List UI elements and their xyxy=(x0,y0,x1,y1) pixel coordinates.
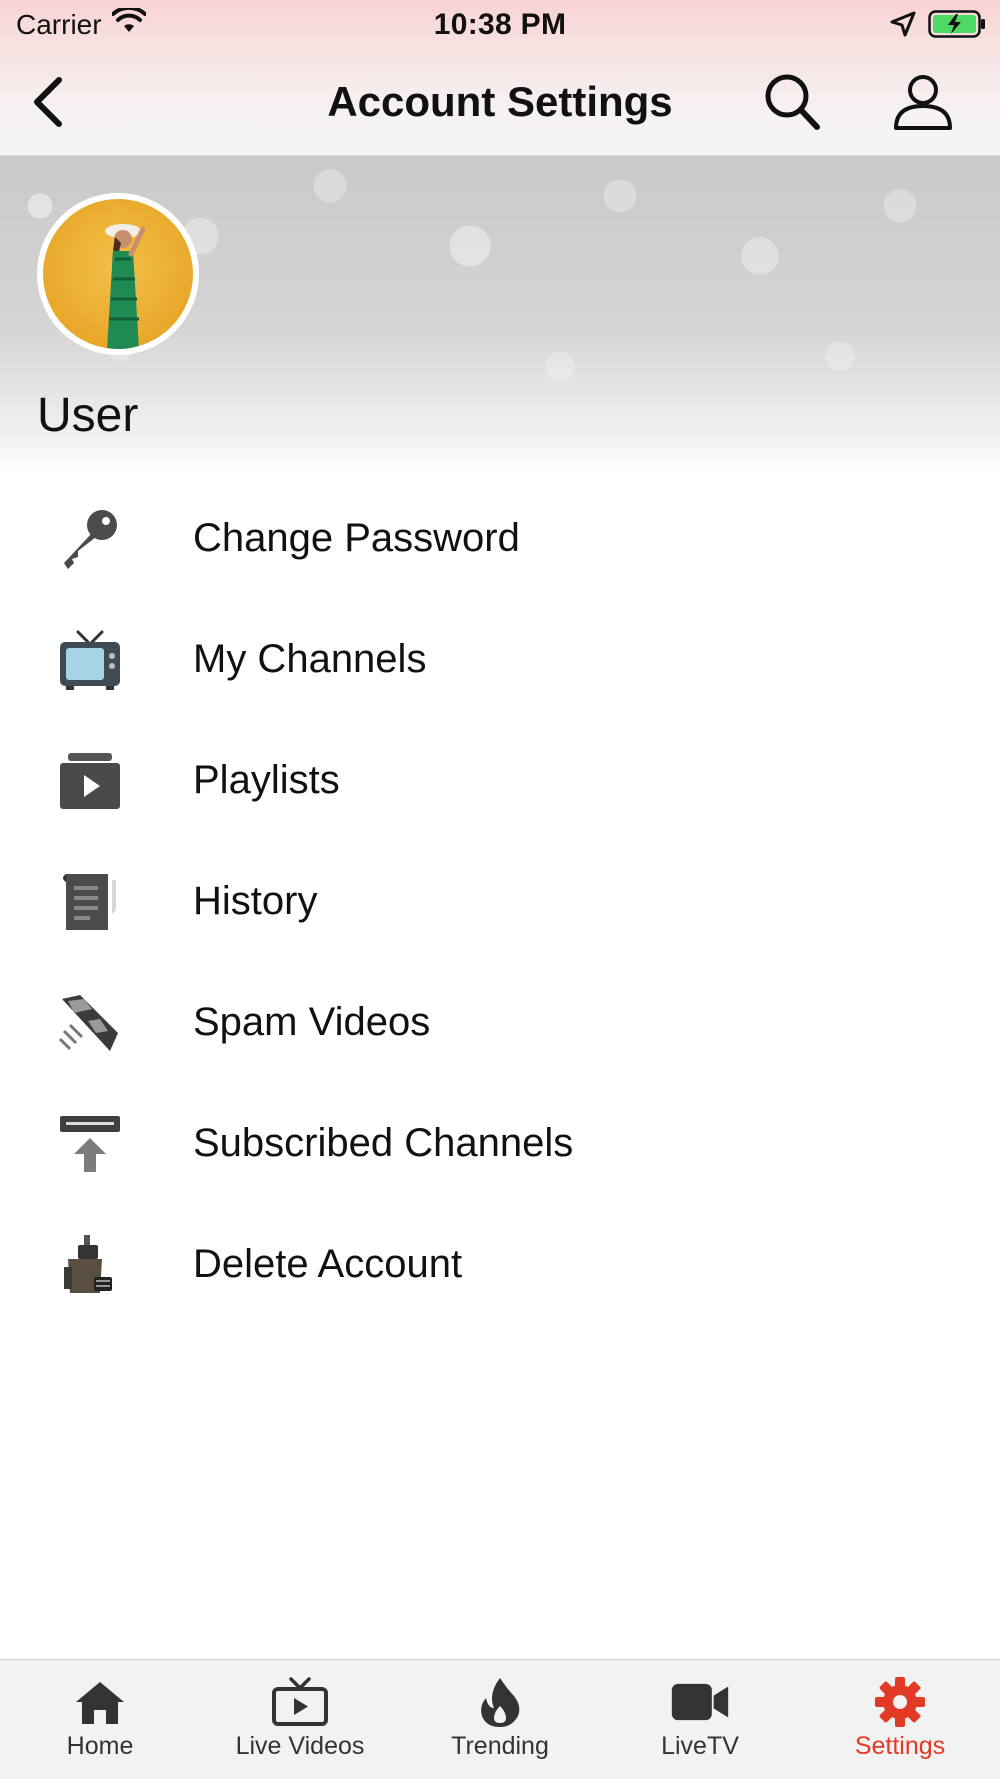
video-camera-icon xyxy=(670,1676,730,1728)
search-button[interactable] xyxy=(760,70,824,134)
menu-label: History xyxy=(193,879,318,923)
live-videos-icon xyxy=(270,1676,330,1728)
avatar-person-icon xyxy=(105,224,146,349)
tab-settings[interactable]: Settings xyxy=(800,1660,1000,1779)
page-title: Account Settings xyxy=(327,78,673,125)
tab-home[interactable]: Home xyxy=(0,1660,200,1779)
avatar[interactable] xyxy=(37,193,199,355)
tv-icon xyxy=(58,628,122,692)
menu-label: Subscribed Channels xyxy=(193,1121,574,1165)
menu-label: My Channels xyxy=(193,637,427,681)
home-icon xyxy=(70,1676,130,1728)
menu-item-subscribed-channels[interactable]: Subscribed Channels xyxy=(0,1083,1000,1204)
tab-label: Trending xyxy=(451,1732,549,1760)
menu-item-my-channels[interactable]: My Channels xyxy=(0,599,1000,720)
menu-label: Spam Videos xyxy=(193,1000,431,1044)
gear-icon xyxy=(870,1676,930,1728)
menu-item-change-password[interactable]: Change Password xyxy=(0,478,1000,599)
tab-label: LiveTV xyxy=(661,1732,739,1760)
settings-menu: Change Password My Channels Playlists Hi… xyxy=(0,478,1000,1325)
tab-bar: Home Live Videos Trending LiveTV Setting… xyxy=(0,1659,1000,1779)
menu-label: Delete Account xyxy=(193,1242,463,1286)
delete-account-icon xyxy=(58,1233,122,1297)
playlist-icon xyxy=(58,749,122,813)
profile-header: User xyxy=(0,156,1000,472)
menu-item-history[interactable]: History xyxy=(0,841,1000,962)
history-icon xyxy=(58,870,122,934)
tab-label: Home xyxy=(66,1732,134,1760)
menu-item-playlists[interactable]: Playlists xyxy=(0,720,1000,841)
user-icon xyxy=(894,75,952,130)
nav-bar: Account Settings xyxy=(0,50,1000,156)
status-bar: Carrier 10:38 PM xyxy=(0,0,1000,50)
battery-icon xyxy=(928,10,986,43)
location-arrow-icon xyxy=(890,11,916,42)
tab-trending[interactable]: Trending xyxy=(400,1660,600,1779)
tab-label: Live Videos xyxy=(235,1732,365,1760)
menu-label: Playlists xyxy=(193,758,340,802)
flame-icon xyxy=(470,1676,530,1728)
tab-label: Settings xyxy=(854,1732,946,1760)
status-right xyxy=(890,10,986,43)
profile-button[interactable] xyxy=(888,70,958,134)
subscribe-icon xyxy=(58,1112,122,1176)
status-time: 10:38 PM xyxy=(433,8,567,41)
spam-icon xyxy=(58,991,122,1055)
key-icon xyxy=(58,507,122,571)
username: User xyxy=(37,389,139,442)
menu-label: Change Password xyxy=(193,516,520,560)
tab-livetv[interactable]: LiveTV xyxy=(600,1660,800,1779)
tab-live-videos[interactable]: Live Videos xyxy=(200,1660,400,1779)
menu-item-spam-videos[interactable]: Spam Videos xyxy=(0,962,1000,1083)
search-icon xyxy=(765,74,820,130)
menu-item-delete-account[interactable]: Delete Account xyxy=(0,1204,1000,1325)
